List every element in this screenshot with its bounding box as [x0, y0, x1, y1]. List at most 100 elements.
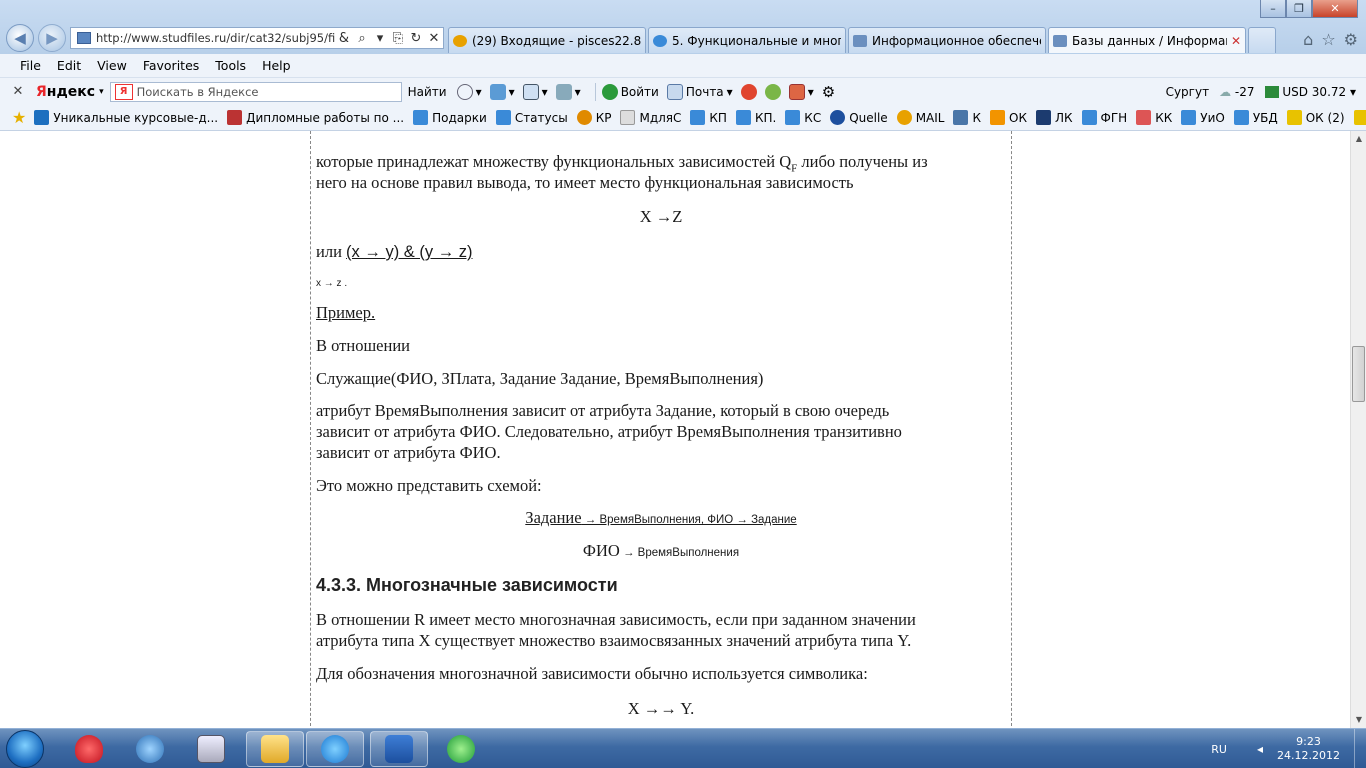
gear-icon: ⚙: [821, 82, 836, 101]
taskbar-explorer[interactable]: [246, 731, 304, 767]
favorite-link[interactable]: ФГН: [1081, 110, 1127, 125]
tab-functional-deps[interactable]: 5. Функциональные и многозн...: [648, 27, 846, 53]
favorites-star-icon[interactable]: ★: [12, 108, 26, 127]
show-hidden-icons-icon[interactable]: ◂: [1257, 742, 1263, 756]
tabs-button[interactable]: ▾: [555, 83, 581, 100]
dropdown-icon[interactable]: ▾: [371, 31, 389, 46]
ie-page-icon: [735, 110, 751, 125]
tab-info-support[interactable]: Информационное обеспечен...: [848, 27, 1046, 53]
favorite-link[interactable]: УиО: [1181, 110, 1225, 125]
address-bar[interactable]: http://www.studfiles.ru/dir/cat32/subj95…: [70, 27, 444, 49]
ie-page-icon: [1233, 110, 1249, 125]
taskbar-arrow-app[interactable]: [121, 731, 179, 767]
start-button[interactable]: [6, 730, 44, 768]
favorite-link[interactable]: Дипломные работы по ...: [227, 110, 404, 125]
currency-widget[interactable]: USD 30.72 ▾: [1264, 85, 1356, 99]
settings-gear-icon[interactable]: ⚙: [1344, 30, 1358, 49]
close-tab-icon[interactable]: ✕: [1231, 34, 1241, 48]
taskbar-internet-explorer[interactable]: [306, 731, 364, 767]
scheme-line-2: ФИО → ВремяВыполнения: [582, 541, 740, 560]
login-button[interactable]: Войти: [601, 83, 659, 100]
find-button[interactable]: Найти: [408, 85, 447, 99]
clock[interactable]: 9:23 24.12.2012: [1277, 735, 1340, 763]
yandex-widgets: Сургут ☁ -27 USD 30.72 ▾: [1166, 78, 1356, 105]
comments-button[interactable]: ▾: [456, 83, 482, 100]
language-indicator[interactable]: RU: [1211, 743, 1227, 756]
forward-button[interactable]: ▶: [38, 24, 66, 52]
scroll-up-icon[interactable]: ▲: [1351, 131, 1366, 147]
taskbar-heart-app[interactable]: [60, 731, 118, 767]
favorite-link[interactable]: Статусы: [495, 110, 568, 125]
address-url[interactable]: http://www.studfiles.ru/dir/cat32/subj95…: [96, 31, 335, 45]
maximize-button[interactable]: ❐: [1286, 0, 1312, 18]
web-button[interactable]: ▾: [489, 83, 515, 100]
close-window-button[interactable]: ✕: [1312, 0, 1358, 18]
yandex-search-input[interactable]: Я Поискать в Яндексе: [109, 81, 402, 102]
settings-button[interactable]: ⚙: [822, 83, 835, 101]
compat-view-icon[interactable]: ⎘: [389, 31, 407, 46]
close-toolbar-icon[interactable]: ✕: [0, 84, 36, 99]
menu-edit[interactable]: Edit: [49, 58, 89, 73]
show-desktop-button[interactable]: [1354, 729, 1366, 768]
menu-favorites[interactable]: Favorites: [135, 58, 207, 73]
site-icon: [34, 110, 50, 125]
vertical-scrollbar[interactable]: ▲ ▼: [1350, 131, 1366, 728]
menu-view[interactable]: View: [89, 58, 135, 73]
dropdown-icon[interactable]: ▾: [99, 87, 104, 97]
text-line: Для обозначения многозначной зависимости…: [316, 664, 868, 683]
scroll-thumb[interactable]: [1352, 346, 1365, 402]
favorites-star-icon[interactable]: ☆: [1321, 30, 1335, 49]
favorite-link[interactable]: MAIL: [896, 110, 944, 125]
favorite-link[interactable]: КС: [785, 110, 821, 125]
new-tab-button[interactable]: [1248, 27, 1276, 53]
stop-icon[interactable]: ✕: [425, 31, 443, 46]
formula-x-z: X →Z: [639, 207, 683, 226]
weather-widget[interactable]: ☁ -27: [1219, 85, 1254, 99]
home-icon[interactable]: ⌂: [1303, 30, 1313, 49]
favorite-link[interactable]: ИБ: [1353, 110, 1366, 125]
favorite-link[interactable]: Уникальные курсовые-д...: [34, 110, 218, 125]
cloud-icon: ☁: [1219, 84, 1232, 99]
page-viewport: которые принадлежат множеству функционал…: [0, 131, 1350, 728]
favorites-bar: ★ Уникальные курсовые-д... Дипломные раб…: [0, 105, 1366, 131]
translate-button[interactable]: ▾: [522, 83, 548, 100]
favorite-link[interactable]: ЛК: [1035, 110, 1073, 125]
folder-icon: [1286, 110, 1302, 125]
text-line: В отношении: [316, 336, 410, 355]
menu-help[interactable]: Help: [254, 58, 299, 73]
favorite-link[interactable]: ОК (2): [1286, 110, 1345, 125]
apple-button[interactable]: [740, 83, 757, 100]
tab-mail[interactable]: (29) Входящие - pisces22.87@...: [448, 27, 646, 53]
favorite-link[interactable]: К: [953, 110, 981, 125]
mail-button[interactable]: Почта ▾: [666, 83, 733, 100]
favorite-link[interactable]: КК: [1136, 110, 1172, 125]
taskbar-word[interactable]: [370, 731, 428, 767]
favorite-link[interactable]: КП: [690, 110, 727, 125]
favorite-link[interactable]: КП.: [735, 110, 776, 125]
favorite-link[interactable]: Quelle: [830, 110, 888, 125]
folder-tab-icon: [1053, 34, 1067, 47]
yandex-logo[interactable]: Яндекс: [36, 84, 95, 100]
taskbar-calculator[interactable]: [182, 731, 240, 767]
addon-button[interactable]: [764, 83, 781, 100]
favorite-link[interactable]: УБД: [1233, 110, 1278, 125]
city-label[interactable]: Сургут: [1166, 85, 1210, 99]
favorite-link[interactable]: Подарки: [413, 110, 487, 125]
favorite-link[interactable]: КР: [576, 110, 611, 125]
tab-databases[interactable]: Базы данных / Информац... ✕: [1048, 27, 1246, 53]
taskbar-network-app[interactable]: [432, 731, 490, 767]
speech-bubble-icon: [456, 83, 473, 100]
refresh-icon[interactable]: ↻: [407, 31, 425, 46]
heart-icon: [75, 735, 103, 763]
menu-file[interactable]: File: [12, 58, 49, 73]
scroll-down-icon[interactable]: ▼: [1351, 712, 1366, 728]
favorite-link[interactable]: МдляС: [620, 110, 681, 125]
bookmark-button[interactable]: ▾: [788, 83, 814, 100]
search-icon[interactable]: ⌕: [353, 31, 371, 46]
back-button[interactable]: ◀: [6, 24, 34, 52]
menu-tools[interactable]: Tools: [207, 58, 254, 73]
minimize-button[interactable]: –: [1260, 0, 1286, 18]
favorite-link[interactable]: ОК: [990, 110, 1027, 125]
compat-icon[interactable]: &: [335, 31, 353, 46]
tab-label: Информационное обеспечен...: [872, 33, 1041, 48]
